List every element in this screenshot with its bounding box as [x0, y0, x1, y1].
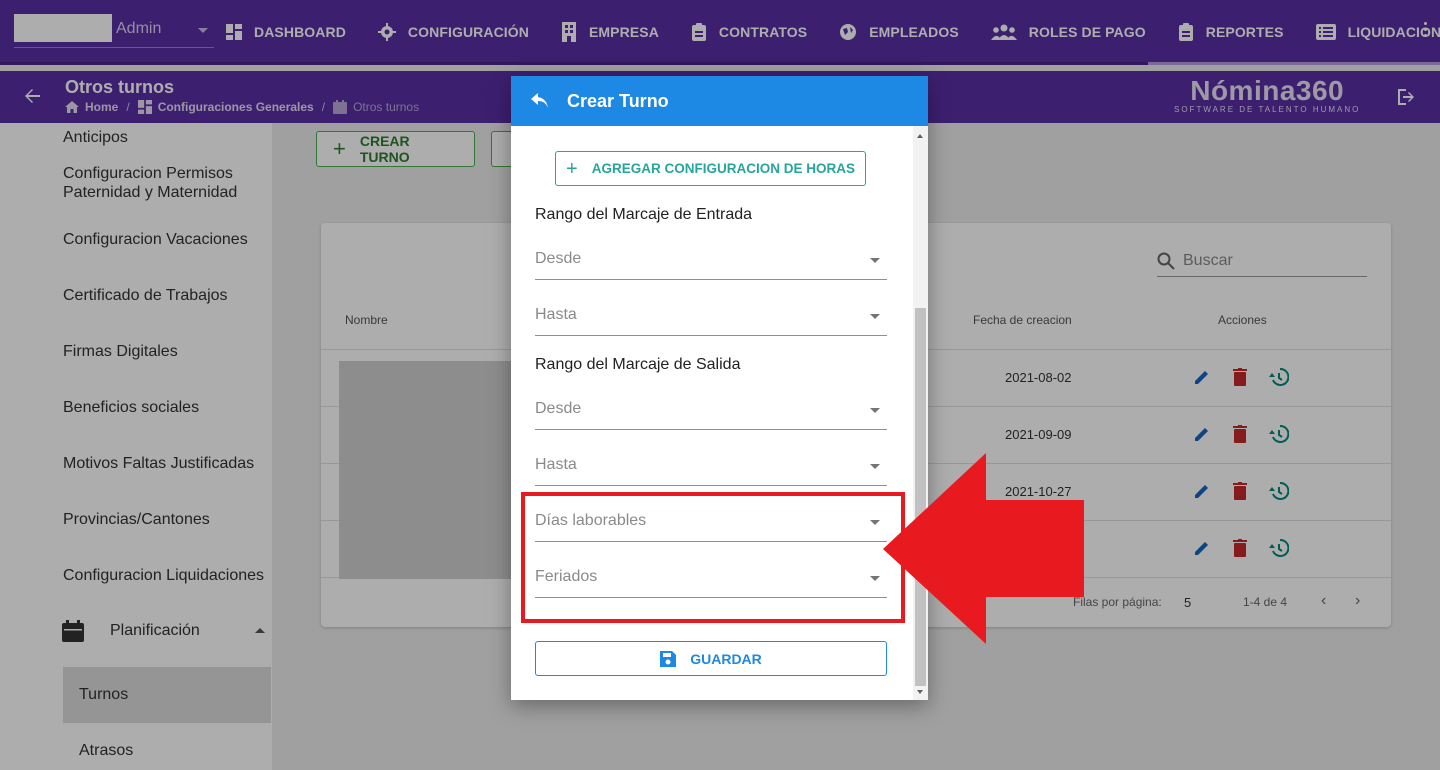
add-hours-config-button[interactable]: + AGREGAR CONFIGURACION DE HORAS — [555, 151, 866, 186]
chevron-down-icon — [870, 408, 880, 413]
chevron-down-icon — [870, 464, 880, 469]
exit-from-placeholder: Desde — [535, 400, 582, 417]
create-turn-dialog: Crear Turno + AGREGAR CONFIGURACION DE H… — [511, 76, 928, 700]
save-button[interactable]: GUARDAR — [535, 641, 887, 676]
entry-to-placeholder: Hasta — [535, 306, 577, 323]
dialog-header: Crear Turno — [511, 76, 928, 126]
scroll-down-icon[interactable] — [917, 690, 923, 694]
exit-from-select[interactable]: Desde — [535, 386, 887, 430]
save-icon — [660, 650, 677, 667]
entry-range-label: Rango del Marcaje de Entrada — [535, 206, 753, 223]
chevron-down-icon — [870, 258, 880, 263]
entry-from-placeholder: Desde — [535, 250, 582, 267]
exit-to-placeholder: Hasta — [535, 456, 577, 473]
plus-icon: + — [566, 157, 578, 180]
dialog-title: Crear Turno — [567, 90, 669, 111]
entry-to-select[interactable]: Hasta — [535, 292, 887, 336]
annotation-highlight-box — [521, 492, 905, 623]
exit-range-label: Rango del Marcaje de Salida — [535, 356, 741, 373]
add-hours-config-label: AGREGAR CONFIGURACION DE HORAS — [591, 161, 855, 176]
exit-to-select[interactable]: Hasta — [535, 442, 887, 486]
chevron-down-icon — [870, 314, 880, 319]
scroll-up-icon[interactable] — [917, 134, 923, 138]
save-label: GUARDAR — [690, 650, 762, 667]
entry-from-select[interactable]: Desde — [535, 236, 887, 280]
undo-back-icon[interactable] — [531, 93, 549, 109]
annotation-arrow-icon — [883, 453, 1084, 644]
